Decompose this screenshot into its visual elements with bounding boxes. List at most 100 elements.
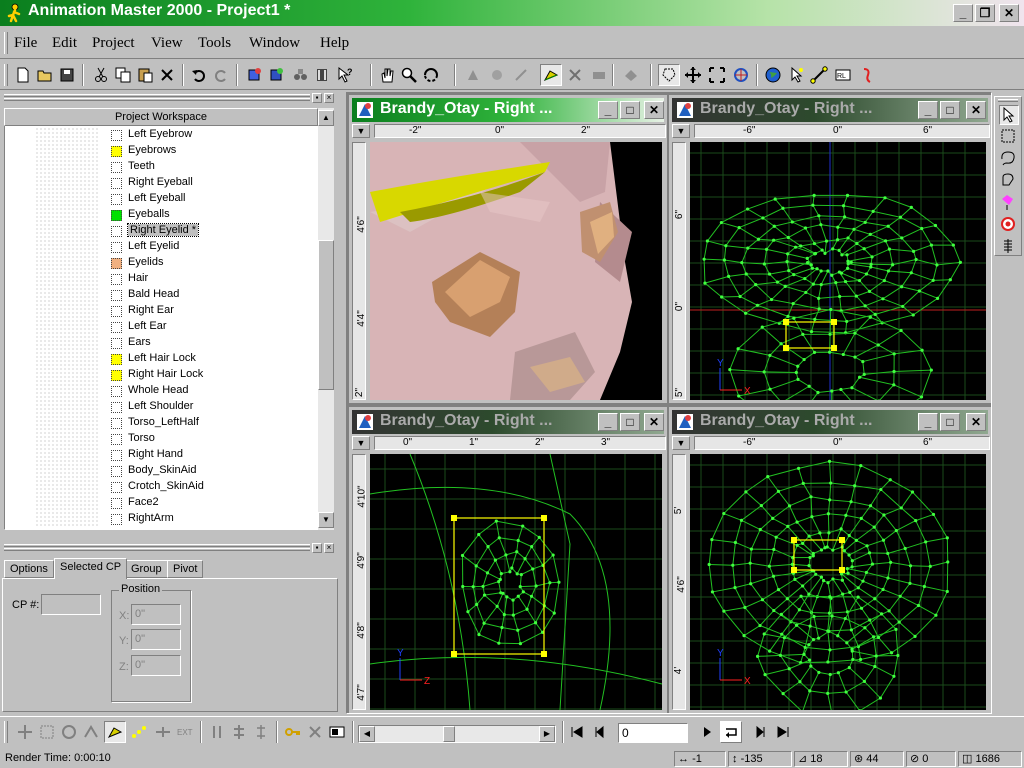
hand-icon[interactable] (376, 64, 398, 86)
lasso-icon[interactable] (999, 149, 1019, 169)
close-button[interactable]: ✕ (999, 4, 1019, 22)
menu-view[interactable]: View (151, 35, 183, 52)
tab-options[interactable]: Options (4, 560, 54, 578)
z-field[interactable]: 0" (131, 655, 181, 676)
x-field[interactable]: 0" (131, 604, 181, 625)
prev-key-icon[interactable] (588, 721, 610, 743)
viewport-1-menu-button[interactable]: ▼ (352, 124, 370, 138)
select-arrow-icon[interactable] (999, 105, 1019, 125)
globe-icon[interactable] (762, 64, 784, 86)
tree-item[interactable]: RightArm (5, 511, 319, 527)
lathe-tool-icon[interactable] (250, 721, 272, 743)
redo-icon[interactable] (210, 64, 232, 86)
new-action-icon[interactable] (290, 64, 312, 86)
viewport-1-minimize-button[interactable]: _ (598, 101, 618, 119)
timeline-thumb[interactable] (443, 726, 455, 742)
zoom-icon[interactable] (398, 64, 420, 86)
shaded-viewport-canvas[interactable] (370, 142, 662, 400)
scissors-key-icon[interactable] (304, 721, 326, 743)
muscle-mode-icon[interactable] (486, 64, 508, 86)
menu-project[interactable]: Project (92, 35, 135, 52)
viewport-title-bar-1[interactable]: Brandy_Otay - Right ... _ □ ✕ (352, 98, 664, 122)
cp-number-field[interactable] (41, 594, 101, 615)
title-bar[interactable]: Animation Master 2000 - Project1 * _ ❐ ✕ (0, 0, 1024, 26)
viewport-4-close-button[interactable]: ✕ (966, 413, 986, 431)
viewport-window-3[interactable]: Brandy_Otay - Right ... _ □ ✕ ▼ 0" 1" 2"… (349, 407, 667, 713)
timeline-scrollbar[interactable]: ◀ ▶ (358, 725, 556, 743)
insert-cp-icon[interactable] (152, 721, 174, 743)
rotate-icon[interactable] (730, 64, 752, 86)
menu-edit[interactable]: Edit (52, 35, 77, 52)
tree-item[interactable]: Face2 (5, 495, 319, 511)
bottom-grip[interactable] (4, 721, 8, 743)
viewport-2-menu-button[interactable]: ▼ (672, 124, 690, 138)
tab-selected-cp[interactable]: Selected CP (54, 558, 128, 579)
timeline-left-button[interactable]: ◀ (359, 726, 375, 742)
record-icon[interactable] (326, 721, 348, 743)
cut-icon[interactable] (90, 64, 112, 86)
first-frame-icon[interactable] (566, 721, 588, 743)
flip-icon[interactable] (80, 721, 102, 743)
side-wireframe-canvas[interactable]: YZ (370, 454, 662, 710)
tree-item[interactable]: Left Ear (5, 319, 319, 335)
minimize-button[interactable]: _ (953, 4, 973, 22)
tree-item[interactable]: Torso (5, 431, 319, 447)
frame-field[interactable]: 0 (618, 723, 688, 743)
scale-cp-icon[interactable] (36, 721, 58, 743)
tree-item[interactable]: Eyeballs (5, 207, 319, 223)
context-help-icon[interactable]: ? (334, 64, 356, 86)
viewport-title-bar-2[interactable]: Brandy_Otay - Right ... _ □ ✕ (672, 98, 988, 122)
viewport-4-minimize-button[interactable]: _ (918, 413, 938, 431)
viewport-1-maximize-button[interactable]: □ (620, 101, 640, 119)
y-field[interactable]: 0" (131, 629, 181, 650)
tree-item[interactable]: Left Eyeball (5, 191, 319, 207)
scale-mode-icon[interactable] (706, 64, 728, 86)
align-icon[interactable] (228, 721, 250, 743)
tree-item[interactable]: Whole Head (5, 383, 319, 399)
copy-icon[interactable] (112, 64, 134, 86)
menu-tools[interactable]: Tools (198, 35, 231, 52)
tree-item[interactable]: Body_SkinAid (5, 463, 319, 479)
menu-grip[interactable] (4, 32, 8, 54)
viewport-3-maximize-button[interactable]: □ (620, 413, 640, 431)
add-mode-icon[interactable] (808, 64, 830, 86)
new-icon[interactable] (12, 64, 34, 86)
viewport-3-close-button[interactable]: ✕ (644, 413, 664, 431)
face-wireframe-canvas[interactable]: YX (690, 454, 986, 710)
viewport-2-close-button[interactable]: ✕ (966, 101, 986, 119)
viewport-2-minimize-button[interactable]: _ (918, 101, 938, 119)
tree-item[interactable]: Ears (5, 335, 319, 351)
new-choreography-icon[interactable] (312, 64, 334, 86)
tree-item[interactable]: Eyelids (5, 255, 319, 271)
tree-item[interactable]: Teeth (5, 159, 319, 175)
translate-icon[interactable] (682, 64, 704, 86)
key-icon[interactable] (282, 721, 304, 743)
new-model-icon[interactable] (244, 64, 266, 86)
lathe-icon[interactable] (999, 237, 1019, 257)
viewport-1-close-button[interactable]: ✕ (644, 101, 664, 119)
tree-item[interactable]: Crotch_SkinAid (5, 479, 319, 495)
viewport-title-bar-4[interactable]: Brandy_Otay - Right ... _ □ ✕ (672, 410, 988, 434)
smooth-icon[interactable] (128, 721, 150, 743)
tab-group[interactable]: Group (125, 560, 168, 578)
rotate-cp-icon[interactable] (58, 721, 80, 743)
render-lock-icon[interactable]: RL (832, 64, 854, 86)
tree-item[interactable]: Bald Head (5, 287, 319, 303)
restore-button[interactable]: ❐ (975, 4, 995, 22)
extrude-icon[interactable]: EXT (174, 721, 196, 743)
workspace-header[interactable]: Project Workspace (4, 108, 318, 126)
timeline-right-button[interactable]: ▶ (539, 726, 555, 742)
scroll-down-button[interactable]: ▼ (318, 512, 334, 528)
group-rectangle-icon[interactable] (999, 127, 1019, 147)
bound-lasso-icon[interactable] (999, 171, 1019, 191)
add-cp-icon[interactable] (999, 193, 1019, 213)
tree-item[interactable]: Left Hair Lock (5, 351, 319, 367)
viewport-3-minimize-button[interactable]: _ (598, 413, 618, 431)
last-frame-icon[interactable] (772, 721, 794, 743)
open-icon[interactable] (34, 64, 56, 86)
scroll-up-button[interactable]: ▲ (318, 110, 334, 126)
tree-item[interactable]: Hair (5, 271, 319, 287)
tree-item[interactable]: Left Eyebrow (5, 127, 319, 143)
grab-icon[interactable] (564, 64, 586, 86)
peak-icon[interactable] (104, 721, 126, 743)
